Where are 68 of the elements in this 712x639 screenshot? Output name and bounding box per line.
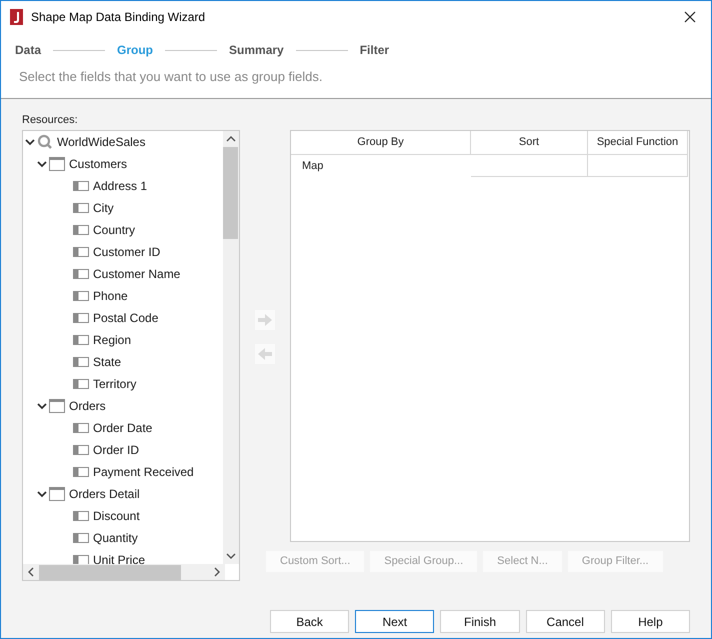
table-icon	[49, 157, 65, 171]
resources-label: Resources:	[22, 113, 79, 128]
field-icon	[73, 379, 89, 389]
field-icon	[73, 247, 89, 257]
table-icon	[49, 487, 65, 501]
tree-item[interactable]: Orders	[69, 397, 106, 415]
arrow-right-icon	[258, 314, 272, 326]
column-header[interactable]: Special Function	[588, 131, 688, 155]
tree-item[interactable]: Discount	[93, 507, 140, 525]
tree-item[interactable]: Order ID	[93, 441, 140, 459]
table-cell-text: Map	[301, 158, 324, 174]
tree-item[interactable]: Customer ID	[93, 243, 160, 261]
search-icon	[37, 134, 53, 150]
wizard-step: Data	[15, 41, 42, 59]
tree-item[interactable]: Region	[93, 331, 132, 349]
horizontal-scrollbar[interactable]	[23, 564, 225, 580]
chevron-down-icon[interactable]	[37, 159, 47, 169]
chevron-down-icon[interactable]	[37, 401, 47, 411]
chevron-down-icon[interactable]	[37, 489, 47, 499]
instruction-text: Select the fields that you want to use as group fields.	[19, 68, 323, 86]
column-header[interactable]: Group By	[291, 131, 471, 155]
tree-item[interactable]: Payment Received	[93, 463, 194, 481]
tree-item[interactable]: Order Date	[93, 419, 152, 437]
field-icon	[73, 445, 89, 455]
wizard-step: Group	[117, 41, 154, 59]
tree-item[interactable]: Postal Code	[93, 309, 158, 327]
vertical-scrollbar[interactable]	[222, 131, 239, 564]
tree-item[interactable]: WorldWideSales	[57, 133, 146, 151]
arrow-left-icon	[258, 348, 272, 360]
tree-item[interactable]: Customers	[69, 155, 128, 173]
field-icon	[73, 423, 89, 433]
close-icon[interactable]	[684, 11, 696, 23]
scroll-thumb[interactable]	[223, 147, 238, 239]
tree-item[interactable]: Orders Detail	[69, 485, 140, 503]
dialog-button[interactable]: Cancel	[526, 610, 605, 633]
dialog-button[interactable]: Help	[610, 610, 690, 633]
tree-item[interactable]: Unit Price	[93, 551, 146, 564]
field-icon	[73, 203, 89, 213]
chevron-down-icon[interactable]	[25, 137, 35, 147]
tree-item[interactable]: State	[93, 353, 122, 371]
field-icon	[73, 467, 89, 477]
scroll-thumb[interactable]	[39, 564, 181, 580]
table-icon	[49, 399, 65, 413]
field-icon	[73, 269, 89, 279]
wizard-step: Summary	[229, 41, 284, 59]
field-icon	[73, 511, 89, 521]
column-header[interactable]: Sort	[471, 131, 588, 155]
field-icon	[73, 533, 89, 543]
wizard-step: Filter	[360, 41, 390, 59]
field-icon	[73, 181, 89, 191]
tree-item[interactable]: Address 1	[93, 177, 148, 195]
tree-item[interactable]: Territory	[93, 375, 136, 393]
dialog-button[interactable]: Back	[270, 610, 350, 633]
tree-item[interactable]: Phone	[93, 287, 128, 305]
dialog-button[interactable]: Finish	[440, 610, 520, 633]
dialog-button[interactable]: Next	[355, 610, 434, 633]
field-icon	[73, 313, 89, 323]
tree-item[interactable]: Customer Name	[93, 265, 180, 283]
window-title: Shape Map Data Binding Wizard	[31, 9, 206, 26]
field-icon	[73, 291, 89, 301]
tree-item[interactable]: Quantity	[93, 529, 138, 547]
tree-item[interactable]: City	[93, 199, 114, 217]
field-icon	[73, 555, 89, 564]
field-icon	[73, 225, 89, 235]
field-icon	[73, 357, 89, 367]
field-icon	[73, 335, 89, 345]
app-logo-icon	[10, 9, 23, 25]
tree-item[interactable]: Country	[93, 221, 136, 239]
